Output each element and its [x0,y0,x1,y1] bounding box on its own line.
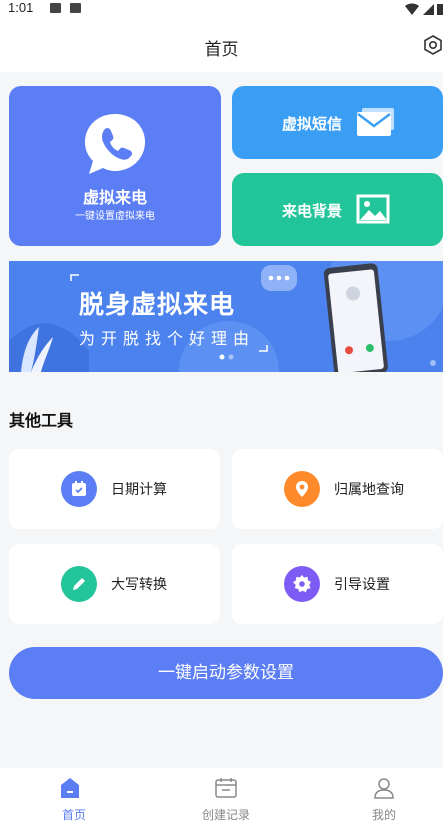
virtual-call-title: 虚拟来电 [82,188,147,207]
date-calculator-label: 日期计算 [111,482,167,498]
app-header: 首页 [0,18,443,72]
signal-wifi-icon [405,3,443,16]
location-lookup-label: 归属地查询 [334,482,404,498]
app-notification-icon [70,3,81,13]
envelope-icon [357,108,394,136]
status-bar: 1:01 [0,0,443,18]
virtual-sms-title: 虚拟短信 [282,115,343,133]
status-time: 1:01 [8,0,34,15]
uppercase-convert-label: 大写转换 [111,577,167,593]
bottom-tab-bar: 首页 创建记录 我的 [0,768,443,828]
tab-home[interactable]: 首页 [0,768,148,828]
profile-icon [374,778,394,799]
gallery-notification-icon [50,3,61,13]
guide-settings-card[interactable]: 引导设置 [232,544,443,624]
date-calculator-card[interactable]: 日期计算 [9,449,220,529]
records-icon [215,778,237,798]
page-title: 首页 [204,40,239,60]
pencil-icon [61,566,97,602]
virtual-call-subtitle: 一键设置虚拟来电 [75,211,155,222]
tab-home-label: 首页 [61,808,86,822]
guide-settings-label: 引导设置 [334,577,390,593]
uppercase-convert-card[interactable]: 大写转换 [9,544,220,624]
location-lookup-card[interactable]: 归属地查询 [232,449,443,529]
one-click-setup-button[interactable]: 一键启动参数设置 [9,647,443,699]
image-icon [356,194,390,224]
promo-banner[interactable]: 脱身虚拟来电 为开脱找个好理由 [9,261,443,372]
tab-me[interactable]: 我的 [310,768,443,828]
virtual-call-card[interactable]: 虚拟来电 一键设置虚拟来电 [9,86,221,246]
virtual-sms-card[interactable]: 虚拟短信 [232,86,443,159]
home-icon [61,778,79,798]
tab-records[interactable]: 创建记录 [152,768,300,828]
call-background-title: 来电背景 [282,202,343,220]
tab-me-label: 我的 [371,808,396,822]
gear-icon [284,566,320,602]
section-title: 其他工具 [9,411,74,430]
banner-pagination [219,354,234,360]
calendar-icon [61,471,97,507]
banner-subtitle: 为开脱找个好理由 [79,329,256,348]
phone-icon [85,114,145,174]
tab-records-label: 创建记录 [201,808,250,822]
banner-title: 脱身虚拟来电 [79,290,236,319]
call-background-card[interactable]: 来电背景 [232,173,443,246]
scan-icon[interactable] [423,35,443,55]
location-pin-icon [284,471,320,507]
